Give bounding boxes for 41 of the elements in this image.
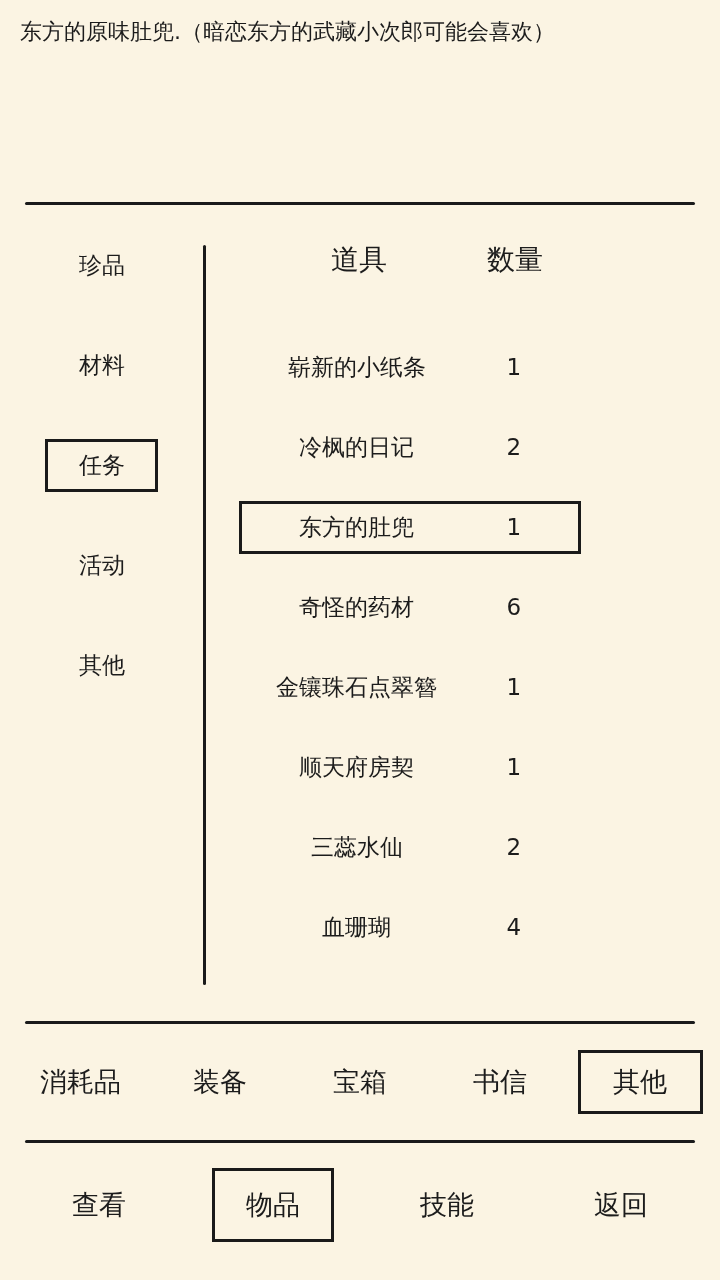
- category-tab[interactable]: 消耗品: [17, 1050, 143, 1114]
- nav-tab[interactable]: 返回: [560, 1168, 682, 1242]
- item-row[interactable]: 冷枫的日记 2: [239, 420, 581, 474]
- item-count: 6: [505, 592, 523, 622]
- item-name: 三蕊水仙: [309, 832, 404, 862]
- item-row[interactable]: 崭新的小纸条 1: [239, 340, 581, 394]
- item-row[interactable]: 奇怪的药材 6: [239, 580, 581, 634]
- category-tab[interactable]: 宝箱: [297, 1050, 423, 1114]
- category-tab[interactable]: 装备: [157, 1050, 283, 1114]
- category-tab[interactable]: 材料: [45, 338, 158, 392]
- item-count: 2: [505, 432, 523, 462]
- category-tab[interactable]: 活动: [45, 538, 158, 592]
- item-row[interactable]: 金镶珠石点翠簪 1: [239, 660, 581, 714]
- item-name: 东方的肚兜: [298, 512, 416, 542]
- category-tab[interactable]: 其他: [577, 1050, 703, 1114]
- category-tab[interactable]: 任务: [45, 438, 158, 492]
- item-name: 金镶珠石点翠簪: [275, 672, 439, 702]
- item-name: 冷枫的日记: [298, 432, 416, 462]
- nav-tab[interactable]: 查看: [38, 1168, 160, 1242]
- item-row[interactable]: 三蕊水仙 2: [239, 820, 581, 874]
- item-name: 崭新的小纸条: [286, 352, 427, 382]
- item-name: 血珊瑚: [321, 912, 393, 942]
- category-tab[interactable]: 珍品: [45, 238, 158, 292]
- item-name: 奇怪的药材: [298, 592, 416, 622]
- item-row[interactable]: 东方的肚兜 1: [239, 500, 581, 554]
- item-description: 东方的原味肚兜.（暗恋东方的武藏小次郎可能会喜欢）: [20, 18, 555, 46]
- item-row[interactable]: 顺天府房契 1: [239, 740, 581, 794]
- nav-tab[interactable]: 技能: [386, 1168, 508, 1242]
- column-header: 数量: [486, 242, 544, 278]
- item-name: 顺天府房契: [298, 752, 416, 782]
- item-count: 1: [505, 512, 523, 542]
- category-tab[interactable]: 其他: [45, 638, 158, 692]
- item-count: 4: [505, 912, 523, 942]
- item-count: 1: [505, 672, 523, 702]
- nav-tab[interactable]: 物品: [212, 1168, 334, 1242]
- item-count: 1: [505, 752, 523, 782]
- column-header: 道具: [330, 242, 388, 278]
- item-count: 2: [505, 832, 523, 862]
- category-tab[interactable]: 书信: [437, 1050, 563, 1114]
- item-count: 1: [505, 352, 523, 382]
- item-row[interactable]: 血珊瑚 4: [239, 900, 581, 954]
